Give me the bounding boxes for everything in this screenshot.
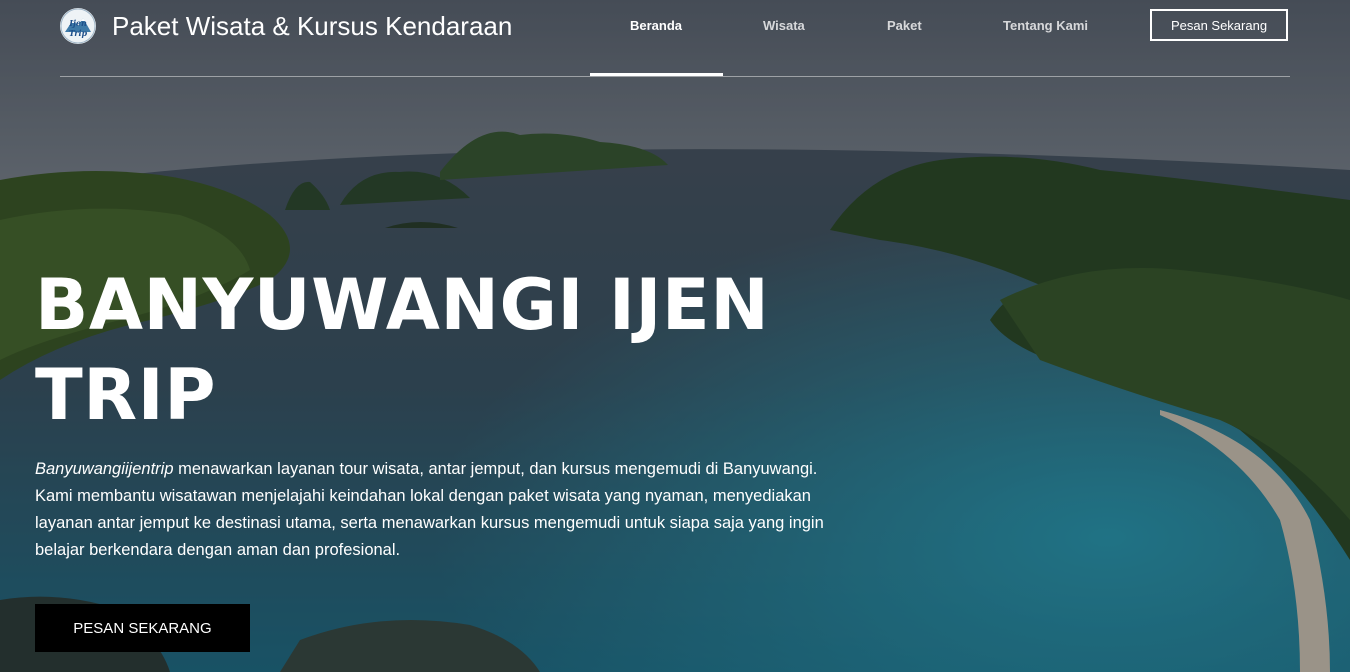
nav-link-tentang-kami[interactable]: Tentang Kami bbox=[1003, 18, 1088, 33]
brand-logo: Ijen Trip bbox=[60, 8, 96, 44]
nav-link-paket[interactable]: Paket bbox=[887, 18, 922, 33]
hero-order-button[interactable]: PESAN SEKARANG bbox=[35, 604, 250, 652]
nav-link-wisata[interactable]: Wisata bbox=[763, 18, 805, 33]
logo-text: Ijen Trip bbox=[68, 18, 88, 38]
hero-headline-line2: TRIP bbox=[35, 354, 216, 436]
nav-order-button[interactable]: Pesan Sekarang bbox=[1150, 9, 1288, 41]
nav-link-beranda[interactable]: Beranda bbox=[630, 18, 682, 33]
brand-title: Paket Wisata & Kursus Kendaraan bbox=[112, 10, 513, 41]
hero-headline-line1: BANYUWANGI IJEN bbox=[35, 264, 770, 346]
nav-divider bbox=[60, 76, 1290, 77]
hero-headline: BANYUWANGI IJEN TRIP bbox=[35, 260, 795, 440]
brand[interactable]: Ijen Trip Paket Wisata & Kursus Kendaraa… bbox=[60, 8, 512, 44]
hero-description: Banyuwangiijentrip menawarkan layanan to… bbox=[35, 456, 835, 564]
top-navbar: Ijen Trip Paket Wisata & Kursus Kendaraa… bbox=[0, 0, 1350, 77]
hero-description-brand: Banyuwangiijentrip bbox=[35, 460, 174, 478]
